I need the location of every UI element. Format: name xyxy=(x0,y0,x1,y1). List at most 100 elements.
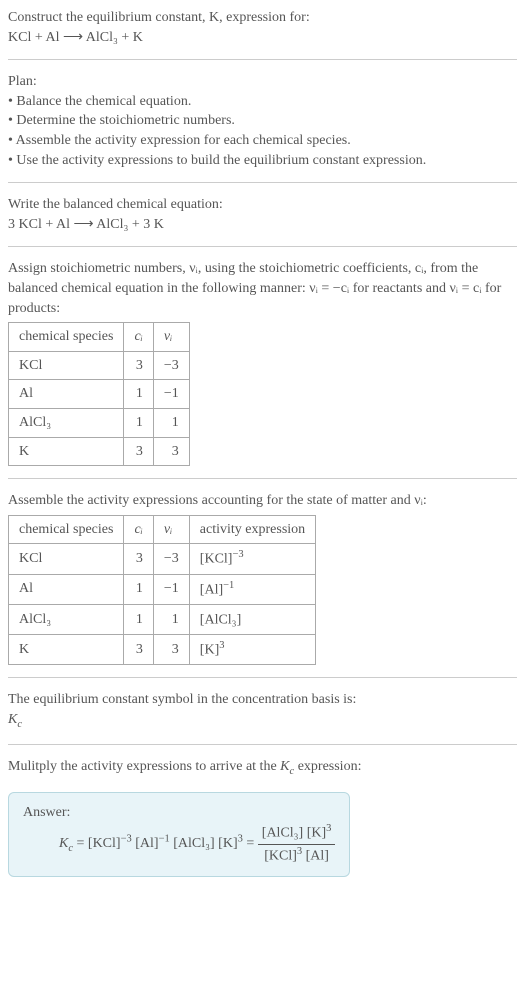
eq-sup: −3 xyxy=(121,834,132,845)
intro-section: Construct the equilibrium constant, K, e… xyxy=(8,8,517,47)
table-row: Al 1 −1 xyxy=(9,380,190,409)
expr-sup: 3 xyxy=(219,640,224,651)
cell-vi: −1 xyxy=(153,380,189,409)
expr-base: [K] xyxy=(200,643,219,658)
answer-box: Answer: Kc = [KCl]−3 [Al]−1 [AlCl₃] [K]3… xyxy=(8,792,350,877)
stoich-table: chemical species cᵢ νᵢ KCl 3 −3 Al 1 −1 … xyxy=(8,322,190,466)
cell-species: Al xyxy=(9,380,124,409)
cell-expr: [K]3 xyxy=(189,635,315,665)
expr-base: [AlCl₃] xyxy=(200,612,241,627)
cell-ci: 1 xyxy=(124,380,153,409)
plan-item: • Balance the chemical equation. xyxy=(8,92,517,112)
expr-sup: −3 xyxy=(232,549,243,560)
plan-list: • Balance the chemical equation. • Deter… xyxy=(8,92,517,170)
col-ci: cᵢ xyxy=(124,323,153,352)
num-sup: 3 xyxy=(326,823,331,834)
cell-vi: −3 xyxy=(153,544,189,574)
multiply-text: Mulitply the activity expressions to arr… xyxy=(8,757,517,779)
table-row: K 3 3 xyxy=(9,437,190,466)
balanced-section: Write the balanced chemical equation: 3 … xyxy=(8,195,517,234)
table-header-row: chemical species cᵢ νᵢ xyxy=(9,323,190,352)
cell-expr: [KCl]−3 xyxy=(189,544,315,574)
plan-section: Plan: • Balance the chemical equation. •… xyxy=(8,72,517,170)
col-ci-text: cᵢ xyxy=(134,329,142,344)
table-row: AlCl₃ 1 1 [AlCl₃] xyxy=(9,604,316,634)
cell-ci: 3 xyxy=(124,544,153,574)
den-part: [Al] xyxy=(302,848,329,863)
stoich-section: Assign stoichiometric numbers, νᵢ, using… xyxy=(8,259,517,466)
table-row: K 3 3 [K]3 xyxy=(9,635,316,665)
activity-section: Assemble the activity expressions accoun… xyxy=(8,491,517,665)
plan-item: • Use the activity expressions to build … xyxy=(8,151,517,171)
divider xyxy=(8,182,517,183)
expr-sup: −1 xyxy=(223,580,234,591)
balanced-equation: 3 KCl + Al ⟶ AlCl₃ + 3 K xyxy=(8,215,517,235)
balanced-heading: Write the balanced chemical equation: xyxy=(8,195,517,215)
divider xyxy=(8,246,517,247)
col-species: chemical species xyxy=(9,323,124,352)
symbol-text: The equilibrium constant symbol in the c… xyxy=(8,690,517,710)
divider xyxy=(8,59,517,60)
col-ci-text: cᵢ xyxy=(134,522,142,537)
expr-base: [KCl] xyxy=(200,552,233,567)
kc-lhs: Kc xyxy=(59,836,73,851)
cell-ci: 1 xyxy=(124,574,153,604)
table-header-row: chemical species cᵢ νᵢ activity expressi… xyxy=(9,515,316,544)
col-species: chemical species xyxy=(9,515,124,544)
table-row: Al 1 −1 [Al]−1 xyxy=(9,574,316,604)
cell-ci: 3 xyxy=(124,351,153,380)
table-row: KCl 3 −3 xyxy=(9,351,190,380)
cell-ci: 1 xyxy=(124,604,153,634)
eq-part: = xyxy=(243,836,258,851)
cell-species: K xyxy=(9,437,124,466)
den-part: [KCl] xyxy=(264,848,297,863)
plan-heading: Plan: xyxy=(8,72,517,92)
cell-vi: −3 xyxy=(153,351,189,380)
plan-item: • Determine the stoichiometric numbers. xyxy=(8,111,517,131)
multiply-section: Mulitply the activity expressions to arr… xyxy=(8,757,517,779)
table-row: KCl 3 −3 [KCl]−3 xyxy=(9,544,316,574)
kc-c: c xyxy=(17,719,22,730)
cell-species: KCl xyxy=(9,351,124,380)
cell-ci: 3 xyxy=(124,635,153,665)
activity-table: chemical species cᵢ νᵢ activity expressi… xyxy=(8,515,316,666)
intro-equation: KCl + Al ⟶ AlCl₃ + K xyxy=(8,28,517,48)
answer-expression: Kc = [KCl]−3 [Al]−1 [AlCl₃] [K]3 = [AlCl… xyxy=(59,822,335,866)
eq-part: [Al] xyxy=(132,836,159,851)
divider xyxy=(8,744,517,745)
stoich-text: Assign stoichiometric numbers, νᵢ, using… xyxy=(8,259,517,318)
frac-numerator: [AlCl₃] [K]3 xyxy=(258,822,336,844)
cell-vi: 3 xyxy=(153,635,189,665)
fraction: [AlCl₃] [K]3[KCl]3 [Al] xyxy=(258,822,336,866)
symbol-section: The equilibrium constant symbol in the c… xyxy=(8,690,517,732)
cell-vi: −1 xyxy=(153,574,189,604)
intro-equation-text: KCl + Al ⟶ AlCl₃ + K xyxy=(8,30,143,45)
col-vi-text: νᵢ xyxy=(164,522,172,537)
divider xyxy=(8,478,517,479)
cell-expr: [AlCl₃] xyxy=(189,604,315,634)
plan-item: • Assemble the activity expression for e… xyxy=(8,131,517,151)
kc-k: K xyxy=(59,836,68,851)
cell-vi: 1 xyxy=(153,408,189,437)
cell-ci: 1 xyxy=(124,408,153,437)
cell-species: Al xyxy=(9,574,124,604)
intro-line1-text: Construct the equilibrium constant, K, e… xyxy=(8,10,310,25)
col-vi-text: νᵢ xyxy=(164,329,172,344)
col-ci: cᵢ xyxy=(124,515,153,544)
cell-species: AlCl₃ xyxy=(9,408,124,437)
cell-expr: [Al]−1 xyxy=(189,574,315,604)
cell-vi: 1 xyxy=(153,604,189,634)
col-vi: νᵢ xyxy=(153,323,189,352)
symbol-value: Kc xyxy=(8,710,517,732)
table-row: AlCl₃ 1 1 xyxy=(9,408,190,437)
eq-part: [AlCl₃] [K] xyxy=(170,836,238,851)
divider xyxy=(8,677,517,678)
cell-ci: 3 xyxy=(124,437,153,466)
num-part: [AlCl₃] [K] xyxy=(262,826,326,841)
col-activity: activity expression xyxy=(189,515,315,544)
cell-species: AlCl₃ xyxy=(9,604,124,634)
frac-denominator: [KCl]3 [Al] xyxy=(258,845,336,866)
activity-text: Assemble the activity expressions accoun… xyxy=(8,491,517,511)
intro-line1: Construct the equilibrium constant, K, e… xyxy=(8,8,517,28)
eq-part: = [KCl] xyxy=(73,836,121,851)
